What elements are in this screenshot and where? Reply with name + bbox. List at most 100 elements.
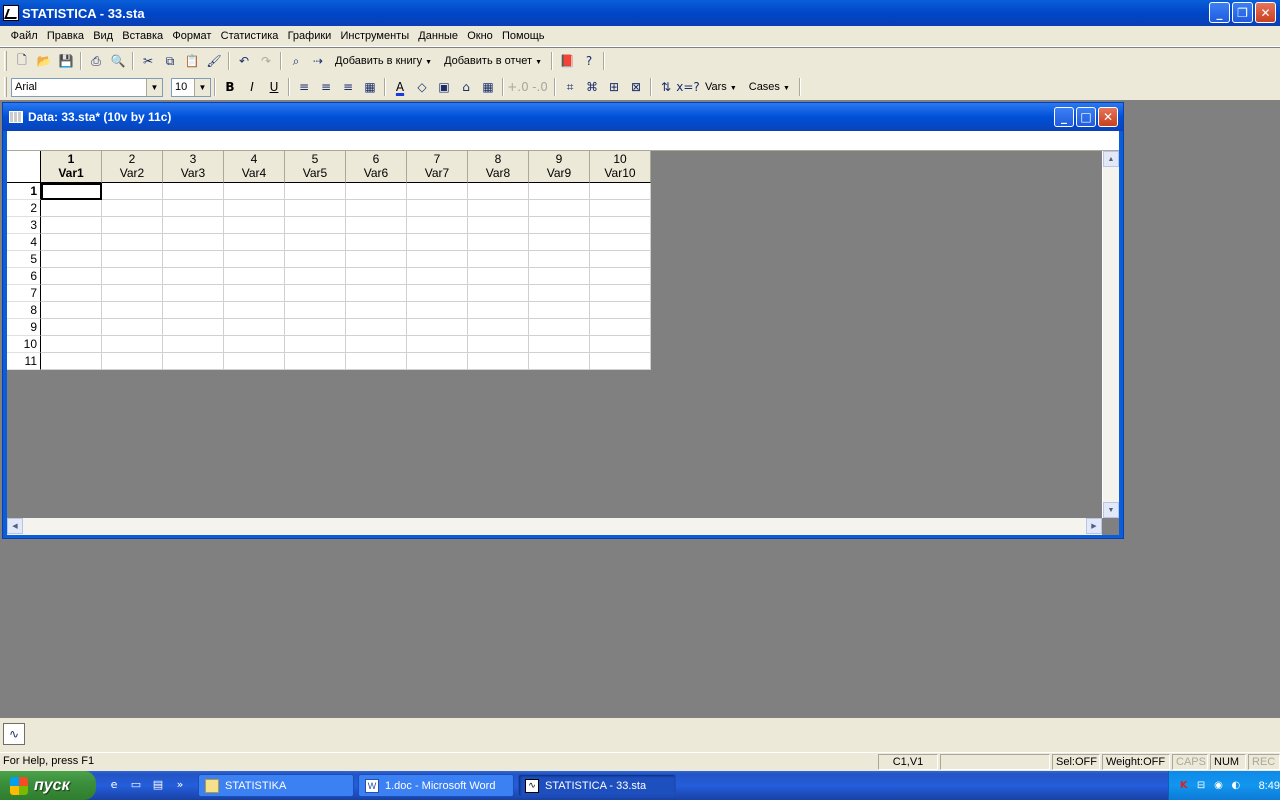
desktop-icon[interactable]: ▭ [128, 776, 144, 792]
row-header[interactable]: 7 [7, 285, 41, 302]
data-cell[interactable] [102, 251, 163, 268]
data-cell[interactable] [407, 353, 468, 370]
row-header[interactable]: 11 [7, 353, 41, 370]
data-cell[interactable] [407, 268, 468, 285]
save-icon[interactable]: 💾 [55, 50, 77, 72]
data-cell[interactable] [224, 285, 285, 302]
scroll-down-icon[interactable]: ▼ [1103, 502, 1119, 518]
column-header[interactable]: 1 Var1 [41, 151, 102, 183]
menu-data[interactable]: Данные [414, 30, 463, 42]
data-cell[interactable] [163, 217, 224, 234]
data-cell[interactable] [407, 319, 468, 336]
data-cell[interactable] [285, 217, 346, 234]
restore-icon[interactable]: ❐ [1232, 2, 1253, 23]
data-cell[interactable] [346, 234, 407, 251]
chevron-down-icon[interactable]: ▼ [194, 78, 210, 96]
start-button[interactable]: пуск [0, 771, 96, 800]
grid-lines-icon[interactable]: ▦ [477, 76, 499, 98]
data-cell[interactable] [529, 251, 590, 268]
column-header[interactable]: 3 Var3 [163, 151, 224, 183]
data-cell[interactable] [590, 251, 651, 268]
sound-icon[interactable]: ◉ [1212, 779, 1225, 793]
data-cell[interactable] [163, 183, 224, 200]
antivirus-icon[interactable]: K [1177, 779, 1190, 793]
menu-statistics[interactable]: Статистика [216, 30, 283, 42]
data-cell[interactable] [224, 183, 285, 200]
data-cell[interactable] [285, 234, 346, 251]
column-header[interactable]: 4 Var4 [224, 151, 285, 183]
scroll-up-icon[interactable]: ▲ [1103, 151, 1119, 167]
data-cell[interactable] [468, 217, 529, 234]
data-cell[interactable] [346, 217, 407, 234]
data-cell[interactable] [163, 302, 224, 319]
tag-icon[interactable]: ⌂ [455, 76, 477, 98]
print-preview-icon[interactable]: 🔍 [107, 50, 129, 72]
chevron-more-icon[interactable]: » [172, 776, 188, 792]
chevron-down-icon[interactable]: ▼ [146, 78, 162, 96]
menu-window[interactable]: Окно [463, 30, 498, 42]
column-header[interactable]: 5 Var5 [285, 151, 346, 183]
row-header[interactable]: 2 [7, 200, 41, 217]
format-painter-icon[interactable]: 🖌 [203, 50, 225, 72]
data-cell[interactable] [346, 268, 407, 285]
menu-file[interactable]: Файл [6, 30, 42, 42]
data-cell[interactable] [468, 302, 529, 319]
data-cell[interactable] [224, 217, 285, 234]
split-icon[interactable]: ⊠ [625, 76, 647, 98]
data-cell[interactable] [590, 319, 651, 336]
open-folder-icon[interactable]: 📂 [33, 50, 55, 72]
data-cell[interactable] [224, 336, 285, 353]
vertical-scrollbar[interactable]: ▲ ▼ [1102, 151, 1119, 518]
data-cell[interactable] [468, 319, 529, 336]
data-cell[interactable] [163, 268, 224, 285]
menu-insert[interactable]: Вставка [118, 30, 168, 42]
data-cell[interactable] [346, 251, 407, 268]
variables-spec-icon[interactable]: ⌗ [559, 76, 581, 98]
data-cell[interactable] [590, 234, 651, 251]
data-cell[interactable] [407, 200, 468, 217]
network-icon[interactable]: ⊟ [1194, 779, 1207, 793]
column-header[interactable]: 6 Var6 [346, 151, 407, 183]
data-cell[interactable] [102, 200, 163, 217]
maximize-icon[interactable]: □ [1076, 107, 1096, 127]
task-statistica[interactable]: ∿ STATISTICA - 33.sta [518, 774, 676, 797]
minimize-icon[interactable]: _ [1209, 2, 1230, 23]
align-center-icon[interactable]: ≡ [315, 76, 337, 98]
print-icon[interactable]: ⎙ [85, 50, 107, 72]
row-header[interactable]: 5 [7, 251, 41, 268]
data-cell[interactable] [529, 302, 590, 319]
data-cell[interactable] [529, 268, 590, 285]
context-help-icon[interactable]: ? [578, 50, 600, 72]
goto-icon[interactable]: ⇢ [307, 50, 329, 72]
status-weight[interactable]: Weight:OFF [1102, 754, 1170, 770]
row-header[interactable]: 10 [7, 336, 41, 353]
data-cell[interactable] [590, 200, 651, 217]
find-binoculars-icon[interactable]: ⌕ [285, 50, 307, 72]
scroll-left-icon[interactable]: ◀ [7, 518, 23, 534]
data-cell[interactable] [590, 302, 651, 319]
data-cell[interactable] [163, 319, 224, 336]
data-cell[interactable] [590, 268, 651, 285]
data-cell[interactable] [529, 200, 590, 217]
data-cell[interactable] [468, 200, 529, 217]
row-header[interactable]: 9 [7, 319, 41, 336]
data-cell[interactable] [346, 200, 407, 217]
data-cell[interactable] [163, 234, 224, 251]
data-cell[interactable] [41, 285, 102, 302]
data-cell[interactable] [163, 200, 224, 217]
data-cell[interactable] [285, 319, 346, 336]
row-header[interactable]: 6 [7, 268, 41, 285]
data-cell[interactable] [529, 183, 590, 200]
align-left-icon[interactable]: ≡ [293, 76, 315, 98]
data-cell[interactable] [285, 285, 346, 302]
cell-edit-bar[interactable] [7, 131, 1119, 151]
row-header[interactable]: 4 [7, 234, 41, 251]
task-word[interactable]: W 1.doc - Microsoft Word [358, 774, 514, 797]
data-cell[interactable] [41, 336, 102, 353]
undo-icon[interactable]: ↶ [233, 50, 255, 72]
select-all-corner[interactable] [7, 151, 41, 183]
data-cell[interactable] [41, 200, 102, 217]
data-cell[interactable] [407, 285, 468, 302]
data-cell[interactable] [590, 217, 651, 234]
column-header[interactable]: 8 Var8 [468, 151, 529, 183]
